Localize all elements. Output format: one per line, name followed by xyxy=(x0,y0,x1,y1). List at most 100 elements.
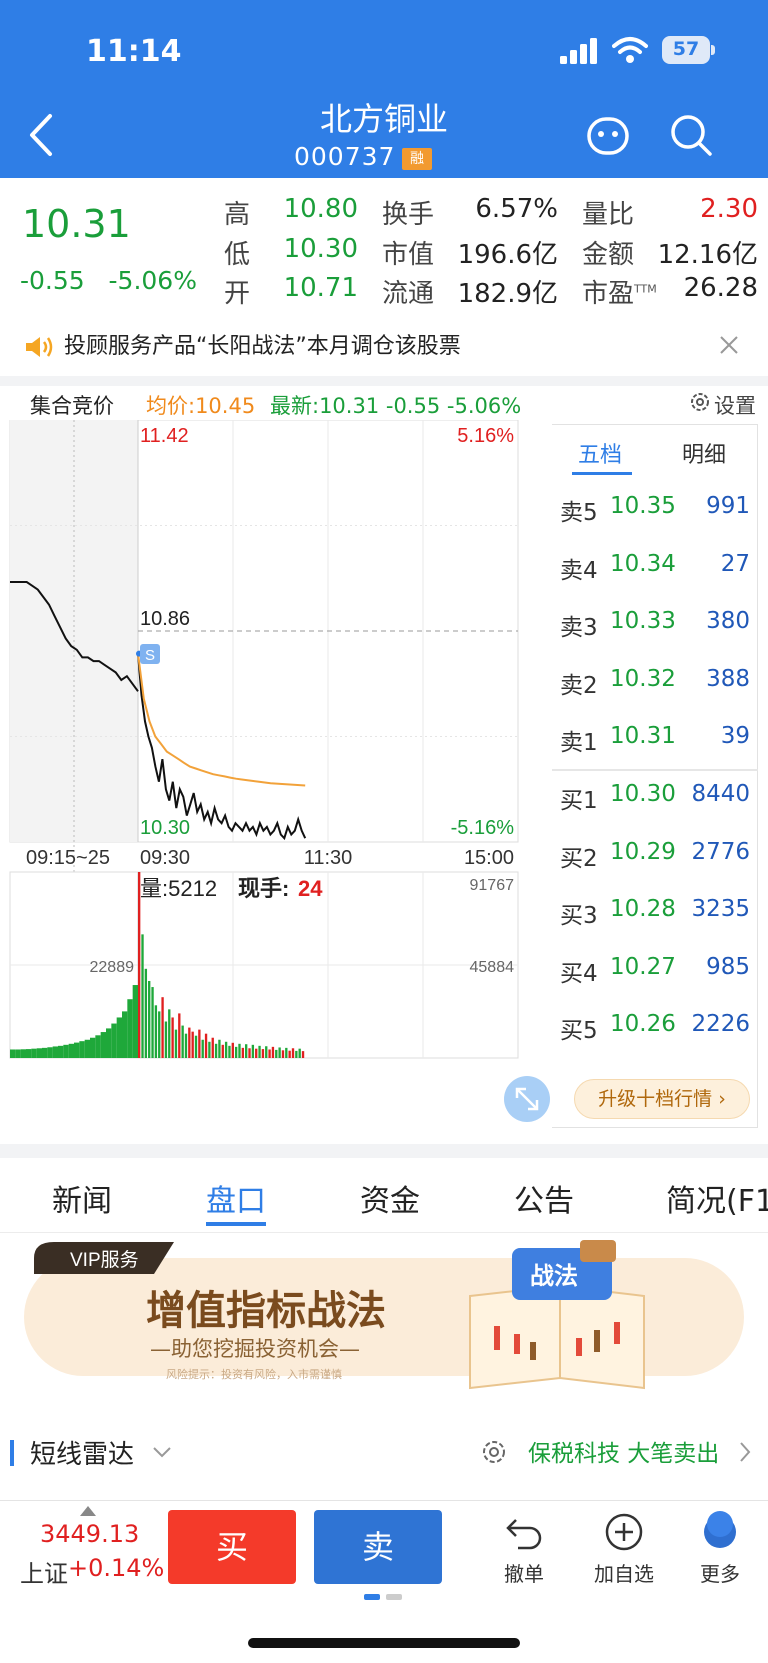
add-watchlist-button[interactable]: 加自选 xyxy=(584,1558,664,1587)
auction-volume-bar xyxy=(36,1048,42,1058)
low-label: 低 xyxy=(224,240,251,270)
volume-bar xyxy=(154,1005,158,1058)
ask-price: 10.35 xyxy=(610,493,676,519)
volume-bar xyxy=(201,1039,204,1058)
volume-bar xyxy=(151,987,154,1058)
intraday-chart[interactable]: 11.42 5.16% 10.86 10.30 -5.16% 09:15~25 09:30 1… xyxy=(0,420,552,1126)
home-indicator xyxy=(248,1638,520,1648)
bid-row-5[interactable]: 买5 10.26 2226 xyxy=(560,1005,750,1045)
tab-trade-detail[interactable]: 明细 xyxy=(682,437,726,469)
volume-bar xyxy=(208,1041,211,1058)
chart-grid xyxy=(9,420,519,1059)
auction-volume-bar xyxy=(68,1043,74,1058)
cancel-order-button[interactable]: 撤单 xyxy=(484,1558,564,1587)
ask-row-4[interactable]: 卖2 10.32 388 xyxy=(560,660,750,700)
volume-bar xyxy=(278,1047,281,1058)
bid-label: 买3 xyxy=(560,903,598,929)
tab-five-levels[interactable]: 五档 xyxy=(578,437,622,469)
volume-bar xyxy=(281,1050,285,1058)
wifi-icon xyxy=(612,37,648,63)
bid-row-1[interactable]: 买1 10.30 8440 xyxy=(560,775,750,815)
search-icon[interactable] xyxy=(668,112,714,158)
volume-bar xyxy=(171,1017,174,1058)
add-circle-icon[interactable] xyxy=(604,1512,644,1552)
tab-news[interactable]: 新闻 xyxy=(52,1176,112,1220)
volume-bar xyxy=(271,1046,275,1058)
volume-bar xyxy=(178,1013,181,1058)
radar-message[interactable]: 保税科技 大笔卖出 xyxy=(528,1434,719,1468)
more-avatar-icon[interactable] xyxy=(700,1510,740,1550)
bid-vol: 3235 xyxy=(691,896,750,922)
ask-vol: 991 xyxy=(706,493,750,519)
buy-button[interactable]: 买 xyxy=(168,1510,296,1584)
more-button[interactable]: 更多 xyxy=(680,1558,760,1587)
chart-settings-button[interactable]: 设置 xyxy=(714,390,756,420)
bid-row-4[interactable]: 买4 10.27 985 xyxy=(560,948,750,988)
tab-announcements[interactable]: 公告 xyxy=(514,1176,574,1220)
volume-bar xyxy=(224,1041,228,1058)
assistant-robot-icon[interactable] xyxy=(586,114,630,158)
bid-price: 10.26 xyxy=(610,1011,676,1037)
ask-vol: 27 xyxy=(720,550,750,577)
index-value[interactable]: 3449.13 xyxy=(40,1520,139,1548)
volume-bar xyxy=(241,1047,245,1058)
chevron-right-icon[interactable] xyxy=(738,1440,752,1464)
volume-max-label: 91767 xyxy=(470,877,515,894)
index-change[interactable]: +0.14% xyxy=(68,1554,164,1582)
ask-row-3[interactable]: 卖3 10.33 380 xyxy=(560,602,750,642)
pe-ttm-superscript: TTM xyxy=(634,282,657,296)
index-name[interactable]: 上证 xyxy=(20,1554,68,1589)
bid-label: 买1 xyxy=(560,788,598,814)
tab-overview[interactable]: 简况(F1 xyxy=(666,1176,768,1220)
ask-price: 10.32 xyxy=(610,665,676,692)
ask-row-2[interactable]: 卖4 10.34 27 xyxy=(560,545,750,585)
price-change: -0.55 -5.06% xyxy=(20,266,197,295)
volratio-label: 量比 xyxy=(582,200,635,230)
volume-bar xyxy=(255,1048,258,1058)
auction-volume-bar xyxy=(127,999,133,1058)
ask-row-5[interactable]: 卖1 10.31 39 xyxy=(560,717,750,757)
tab-order-panel[interactable]: 盘口 xyxy=(206,1176,266,1220)
auction-volume-bar xyxy=(111,1023,117,1058)
change-percent: -5.06% xyxy=(108,266,197,295)
volume-bar xyxy=(148,980,151,1058)
vip-label: VIP服务 xyxy=(70,1249,139,1271)
caret-up-icon[interactable] xyxy=(80,1506,96,1516)
volume-bar xyxy=(301,1051,305,1058)
bid-row-3[interactable]: 买3 10.28 3235 xyxy=(560,890,750,930)
radar-accent-bar xyxy=(10,1440,14,1466)
battery-icon: 57 xyxy=(662,36,716,64)
banner-title: 增值指标战法 xyxy=(146,1288,386,1334)
header-bar: 11:14 57 北方铜业 000737 融 xyxy=(0,0,768,178)
gear-icon[interactable] xyxy=(688,390,712,414)
chevron-down-icon[interactable] xyxy=(152,1444,172,1460)
stock-code: 000737 xyxy=(294,142,396,171)
tab-funds[interactable]: 资金 xyxy=(360,1176,420,1220)
bid-row-2[interactable]: 买2 10.29 2776 xyxy=(560,833,750,873)
low-value: 10.30 xyxy=(283,234,358,264)
close-icon[interactable] xyxy=(716,332,742,358)
gear-icon[interactable] xyxy=(480,1438,508,1466)
tab-indicator xyxy=(206,1222,266,1226)
auction-volume-bar xyxy=(31,1048,37,1058)
auction-volume-bar xyxy=(63,1044,69,1058)
upgrade-ten-level-button[interactable]: 升级十档行情 › xyxy=(574,1079,750,1119)
hand-label: 现手: xyxy=(238,876,289,901)
margin-trading-badge: 融 xyxy=(402,148,432,170)
sell-button[interactable]: 卖 xyxy=(314,1510,442,1584)
volume-bar xyxy=(211,1037,214,1058)
vip-promo-banner[interactable]: VIP服务 增值指标战法 —助您挖掘投资机会— 风险提示：投资有风险，入市需谨慎… xyxy=(24,1238,744,1396)
bid-vol: 2226 xyxy=(691,1011,750,1037)
volratio-value: 2.30 xyxy=(700,194,758,224)
auction-volume-bar xyxy=(116,1017,122,1058)
order-book-divider xyxy=(552,769,758,771)
undo-icon[interactable] xyxy=(504,1512,544,1552)
expand-icon[interactable] xyxy=(504,1076,550,1122)
time-label: 09:15~25 xyxy=(26,847,110,869)
auction-volume-bar xyxy=(26,1049,32,1058)
current-price: 10.31 xyxy=(22,202,131,246)
radar-title[interactable]: 短线雷达 xyxy=(30,1434,134,1471)
ask-row-1[interactable]: 卖5 10.35 991 xyxy=(560,487,750,527)
latest-price-label: 最新:10.31 -0.55 -5.06% xyxy=(270,394,522,418)
bid-price: 10.27 xyxy=(610,953,676,980)
